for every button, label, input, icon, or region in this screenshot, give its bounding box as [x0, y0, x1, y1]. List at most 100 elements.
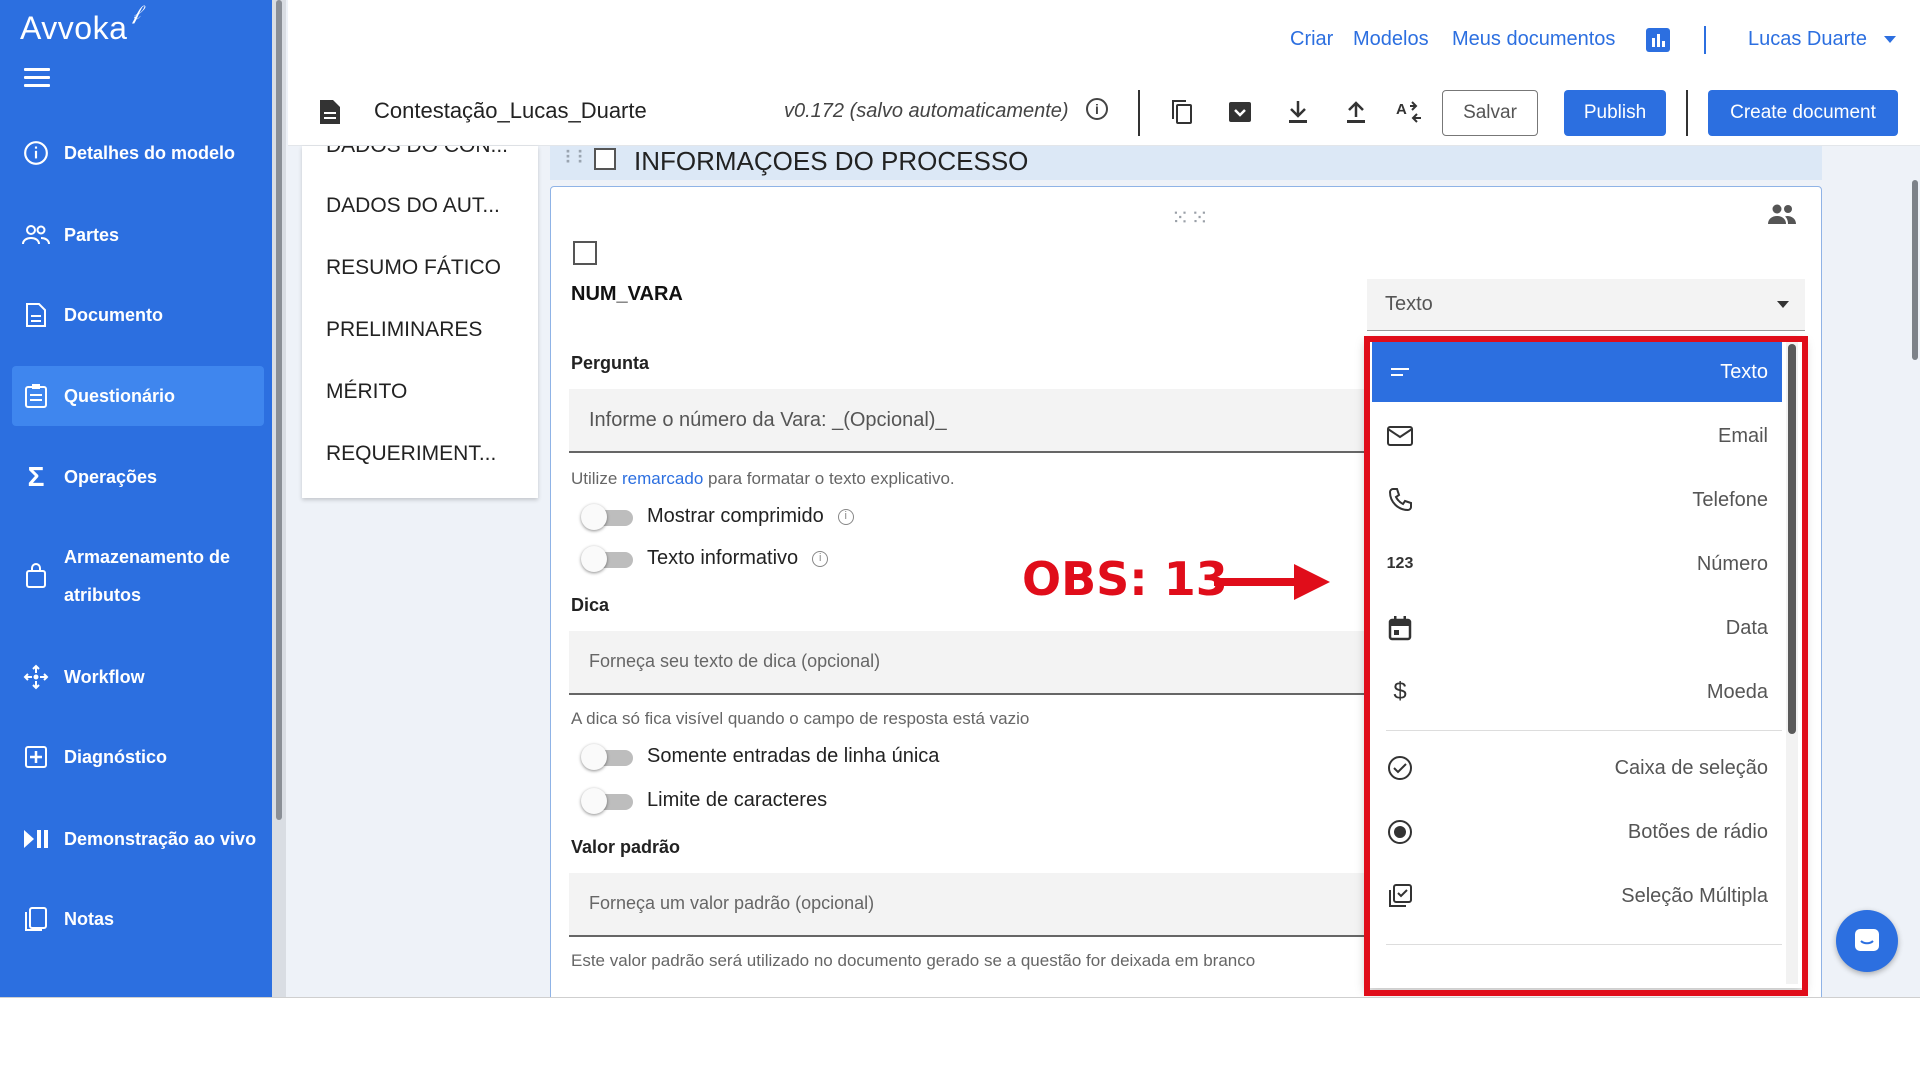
menu-item-telefone[interactable]: Telefone: [1372, 470, 1782, 530]
feather-icon: 𝒻: [132, 2, 141, 24]
toggle-switch[interactable]: [581, 743, 633, 770]
pergunta-label: Pergunta: [571, 353, 650, 373]
toolbar-divider: [1138, 90, 1140, 136]
dica-placeholder: Forneça seu texto de dica (opcional): [589, 651, 881, 671]
remarcado-link[interactable]: remarcado: [622, 469, 703, 488]
dica-helper: A dica só fica visível quando o campo de…: [571, 709, 1030, 728]
chat-launcher-icon[interactable]: [1836, 910, 1898, 972]
people-icon[interactable]: [1767, 203, 1797, 230]
chevron-down-icon[interactable]: [1884, 36, 1896, 43]
dollar-icon: $: [1393, 678, 1407, 705]
toggle-texto-informativo[interactable]: Texto informativo i: [581, 545, 829, 572]
menu-scrollbar-thumb[interactable]: [1788, 344, 1796, 734]
numeric-123-icon: 123: [1386, 555, 1414, 572]
main-scrollbar-thumb[interactable]: [1912, 180, 1918, 360]
app-window: Avvoka 𝒻 Detalhes do modelo Partes Docum…: [0, 0, 1920, 997]
toggle-label: Somente entradas de linha única: [647, 745, 940, 767]
section-item[interactable]: MÉRITO: [326, 380, 407, 404]
sidebar-item-questionario[interactable]: Questionário: [12, 366, 264, 426]
create-document-button[interactable]: Create document: [1708, 90, 1898, 136]
archive-icon[interactable]: [1224, 96, 1256, 128]
question-type-select[interactable]: Texto: [1367, 279, 1805, 331]
brand-logo: Avvoka: [20, 10, 128, 46]
document-title: Contestação_Lucas_Duarte: [374, 98, 647, 123]
question-checkbox[interactable]: [573, 241, 597, 265]
user-menu[interactable]: Lucas Duarte: [1748, 28, 1867, 51]
sidebar-item-label: Operações: [64, 467, 158, 487]
section-checkbox[interactable]: [594, 148, 616, 170]
section-item[interactable]: RESUMO FÁTICO: [326, 256, 501, 280]
drag-handle-icon[interactable]: ⁙⁙: [1171, 205, 1210, 231]
menu-item-moeda[interactable]: $ Moeda: [1372, 662, 1782, 722]
upload-icon[interactable]: [1340, 96, 1372, 128]
valor-padrao-helper: Este valor padrão será utilizado no docu…: [571, 951, 1256, 970]
valor-padrao-placeholder: Forneça um valor padrão (opcional): [589, 893, 875, 913]
workflow-icon: [22, 663, 50, 691]
sidebar-item-label: Documento: [64, 305, 163, 325]
menu-item-botoes-radio[interactable]: Botões de rádio: [1372, 802, 1782, 862]
envelope-icon: [1380, 416, 1420, 456]
info-icon[interactable]: i: [1086, 98, 1108, 120]
sidebar-item-demonstracao[interactable]: Demonstração ao vivo: [12, 820, 264, 858]
drag-handle-icon[interactable]: ⠇⠇: [564, 148, 589, 169]
sidebar-item-partes[interactable]: Partes: [12, 216, 264, 254]
sidebar-item-operacoes[interactable]: Σ Operações: [12, 458, 264, 496]
toggle-limite-caracteres[interactable]: Limite de caracteres: [581, 787, 827, 814]
menu-item-numero[interactable]: 123 Número: [1372, 534, 1782, 594]
section-item[interactable]: DADOS DO CON...: [326, 146, 508, 158]
document-icon: [22, 301, 50, 329]
sidebar-item-workflow[interactable]: Workflow: [12, 658, 264, 696]
dica-input[interactable]: Forneça seu texto de dica (opcional): [569, 631, 1369, 695]
sidebar-item-label: Workflow: [64, 667, 145, 687]
copy-icon[interactable]: [1166, 96, 1198, 128]
section-item[interactable]: REQUERIMENT...: [326, 442, 496, 466]
plus-box-icon: [22, 743, 50, 771]
save-button[interactable]: Salvar: [1442, 90, 1538, 136]
modelos-link[interactable]: Modelos: [1353, 28, 1429, 51]
sidebar-item-notas[interactable]: Notas: [12, 900, 264, 938]
sidebar-item-diagnostico[interactable]: Diagnóstico: [12, 738, 264, 776]
valor-padrao-input[interactable]: Forneça um valor padrão (opcional): [569, 873, 1369, 937]
multi-check-icon: [1380, 876, 1420, 916]
section-item[interactable]: DADOS DO AUT...: [326, 194, 500, 218]
menu-item-email[interactable]: Email: [1372, 406, 1782, 466]
sidebar-item-armazenamento[interactable]: Armazenamento de atributos: [12, 536, 264, 616]
question-type-menu: Texto Email Telefone 123 Número Data $ M…: [1366, 338, 1804, 988]
bar-chart-icon[interactable]: [1646, 28, 1670, 52]
phone-icon: [1380, 480, 1420, 520]
meus-documentos-link[interactable]: Meus documentos: [1452, 28, 1615, 51]
menu-item-data[interactable]: Data: [1372, 598, 1782, 658]
sidebar-item-label: Armazenamento de: [64, 547, 231, 567]
toggle-switch[interactable]: [581, 787, 633, 814]
sidebar-item-detalhes[interactable]: Detalhes do modelo: [12, 134, 264, 172]
toggle-mostrar-comprimido[interactable]: Mostrar comprimido i: [581, 503, 854, 530]
translate-icon[interactable]: A: [1394, 96, 1426, 128]
top-divider: [1704, 26, 1706, 54]
criar-link[interactable]: Criar: [1290, 28, 1333, 51]
check-circle-icon: [1380, 748, 1420, 788]
sidebar-scrollbar-thumb[interactable]: [276, 0, 282, 820]
pergunta-input[interactable]: Informe o número da Vara: _(Opcional)_: [569, 389, 1369, 453]
section-item[interactable]: PRELIMINARES: [326, 318, 482, 342]
svg-text:A: A: [1396, 101, 1407, 118]
document-icon: [318, 98, 342, 131]
blank-footer-area: [0, 997, 1920, 1080]
toggle-linha-unica[interactable]: Somente entradas de linha única: [581, 743, 940, 770]
download-icon[interactable]: [1282, 96, 1314, 128]
publish-button[interactable]: Publish: [1564, 90, 1666, 136]
menu-item-caixa-selecao[interactable]: Caixa de seleção: [1372, 738, 1782, 798]
toggle-switch[interactable]: [581, 545, 633, 572]
hamburger-menu-icon[interactable]: [24, 68, 50, 88]
info-icon[interactable]: i: [837, 508, 854, 525]
sidebar-item-documento[interactable]: Documento: [12, 296, 264, 334]
info-icon[interactable]: i: [812, 550, 829, 567]
menu-item-label: Texto: [1720, 360, 1768, 383]
toggle-switch[interactable]: [581, 503, 633, 530]
sidebar-item-label: Diagnóstico: [64, 747, 168, 767]
variable-name: NUM_VARA: [571, 283, 683, 305]
sidebar-item-label: Partes: [64, 225, 120, 245]
menu-divider: [1386, 944, 1782, 945]
menu-item-selecao-multipla[interactable]: Seleção Múltipla: [1372, 866, 1782, 926]
document-toolbar: Contestação_Lucas_Duarte v0.172 (salvo a…: [288, 82, 1920, 146]
menu-item-texto[interactable]: Texto: [1372, 342, 1782, 402]
